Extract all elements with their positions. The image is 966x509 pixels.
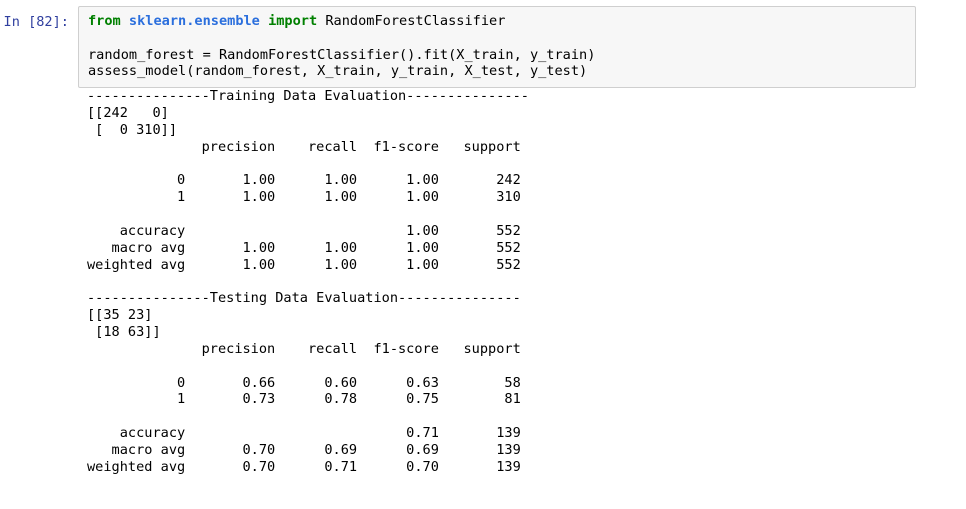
code-token-blank: [88, 30, 96, 46]
stdout-stream-output: ---------------Training Data Evaluation-…: [87, 88, 529, 475]
code-token-kw: import: [268, 13, 318, 29]
code-line: assess_model(random_forest, X_train, y_t…: [88, 63, 907, 80]
code-line: [88, 30, 907, 47]
code-token-module: sklearn.ensemble: [128, 13, 260, 29]
code-token-plain: assess_model(random_forest, X_train, y_t…: [88, 63, 588, 80]
output-row: ---------------Training Data Evaluation-…: [0, 88, 966, 475]
code-line: random_forest = RandomForestClassifier()…: [88, 47, 907, 64]
code-line: from sklearn.ensemble import RandomFores…: [88, 13, 907, 30]
code-editor[interactable]: from sklearn.ensemble import RandomFores…: [78, 6, 916, 89]
input-prompt-label: In [82]:: [3, 14, 69, 30]
code-token-kw: from: [88, 13, 129, 29]
code-token-plain: RandomForestClassifier: [317, 13, 506, 29]
notebook-container: In [82]: from sklearn.ensemble import Ra…: [0, 0, 966, 509]
cell-output-area: ---------------Training Data Evaluation-…: [78, 88, 966, 475]
code-input-area: from sklearn.ensemble import RandomFores…: [78, 6, 966, 89]
code-token-plain: random_forest = RandomForestClassifier()…: [88, 46, 596, 63]
code-cell-row: In [82]: from sklearn.ensemble import Ra…: [0, 0, 966, 89]
